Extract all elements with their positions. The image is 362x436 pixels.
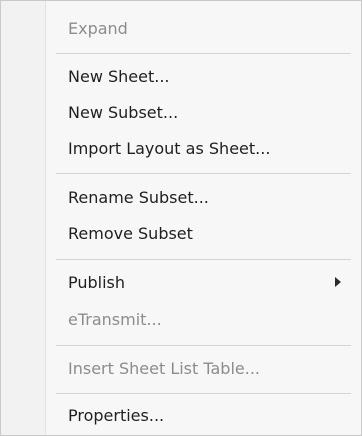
- menu-item-rename-subset[interactable]: Rename Subset...: [46, 179, 361, 215]
- menu-item-etransmit: eTransmit...: [68, 309, 162, 329]
- menu-item-remove-subset[interactable]: Remove Subset: [46, 215, 361, 251]
- menu-separator: [56, 173, 351, 174]
- menu-item-publish-label: Publish: [68, 272, 126, 292]
- menu-separator: [56, 259, 351, 260]
- menu-item-publish[interactable]: Publish: [46, 264, 361, 300]
- chevron-right-icon: [335, 277, 341, 287]
- menu-item-new-subset[interactable]: New Subset...: [46, 94, 361, 130]
- menu-icon-gutter: [1, 1, 46, 435]
- menu-item-import-layout-as-sheet[interactable]: Import Layout as Sheet...: [46, 130, 361, 166]
- menu-item-properties[interactable]: Properties...: [46, 397, 361, 433]
- menu-separator: [56, 345, 351, 346]
- menu-separator: [56, 393, 351, 394]
- menu-item-expand: Expand: [68, 18, 128, 38]
- menu-items-panel: Expand New Sheet... New Subset... Import…: [46, 1, 361, 435]
- menu-separator: [56, 53, 351, 54]
- menu-item-insert-sheet-list-table: Insert Sheet List Table...: [68, 358, 261, 378]
- menu-item-new-sheet[interactable]: New Sheet...: [46, 58, 361, 94]
- context-menu: Expand New Sheet... New Subset... Import…: [0, 0, 362, 436]
